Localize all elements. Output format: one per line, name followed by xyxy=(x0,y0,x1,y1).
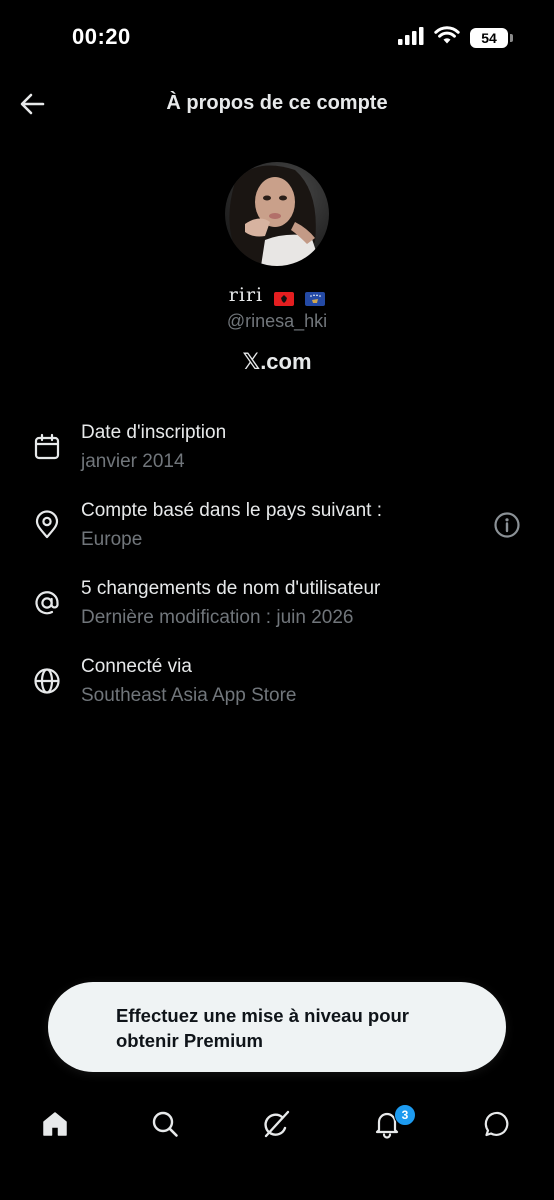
nav-messages[interactable] xyxy=(480,1108,516,1144)
calendar-icon xyxy=(32,432,62,462)
info-title: Date d'inscription xyxy=(81,422,227,443)
notification-count-badge: 3 xyxy=(394,1104,416,1126)
info-value: Dernière modification : juin 2026 xyxy=(81,607,354,628)
site-domain: .com xyxy=(260,349,312,374)
nav-grok[interactable] xyxy=(258,1108,294,1144)
header: À propos de ce compte xyxy=(0,80,554,130)
albania-flag-icon xyxy=(274,289,295,306)
home-icon xyxy=(40,1109,70,1144)
info-title: 5 changements de nom d'utilisateur xyxy=(81,578,381,599)
page-title: À propos de ce compte xyxy=(166,92,388,114)
info-icon[interactable] xyxy=(493,511,521,539)
wifi-icon xyxy=(434,26,460,50)
info-value: janvier 2014 xyxy=(81,451,185,472)
premium-upgrade-banner[interactable]: Effectuez une mise à niveau pour obtenir… xyxy=(48,982,506,1072)
search-icon xyxy=(150,1109,180,1144)
grok-icon xyxy=(261,1109,291,1144)
nav-home[interactable] xyxy=(37,1108,73,1144)
nav-search[interactable] xyxy=(147,1108,183,1144)
globe-icon xyxy=(32,666,62,696)
premium-banner-text: Effectuez une mise à niveau pour obtenir… xyxy=(116,1005,409,1051)
info-value: Europe xyxy=(81,529,143,550)
info-title: Connecté via xyxy=(81,656,192,677)
display-name-text: riri xyxy=(228,284,264,306)
info-row-join-date: Date d'inscription janvier 2014 xyxy=(0,420,554,480)
profile-handle: @rinesa_hki xyxy=(226,311,328,331)
status-icons: 54 xyxy=(398,26,513,50)
kosovo-flag-icon xyxy=(305,289,326,306)
bottom-nav: 3 xyxy=(0,1090,554,1160)
status-bar: 00:20 54 xyxy=(0,0,554,76)
site-link[interactable]: 𝕏.com xyxy=(0,349,554,375)
at-sign-icon xyxy=(32,588,62,618)
location-pin-icon xyxy=(32,510,62,540)
info-row-connected-via: Connecté via Southeast Asia App Store xyxy=(0,654,554,714)
info-row-country: Compte basé dans le pays suivant : Europ… xyxy=(0,498,554,558)
info-value: Southeast Asia App Store xyxy=(81,685,297,706)
cellular-signal-icon xyxy=(398,26,424,50)
messages-icon xyxy=(483,1109,513,1144)
avatar[interactable] xyxy=(225,162,329,266)
info-title: Compte basé dans le pays suivant : xyxy=(81,500,383,521)
info-row-username-changes: 5 changements de nom d'utilisateur Derni… xyxy=(0,576,554,636)
display-name: riri xyxy=(0,284,554,306)
status-time: 00:20 xyxy=(72,24,131,49)
battery-indicator: 54 xyxy=(470,28,513,48)
x-logo-icon: 𝕏 xyxy=(242,350,261,375)
